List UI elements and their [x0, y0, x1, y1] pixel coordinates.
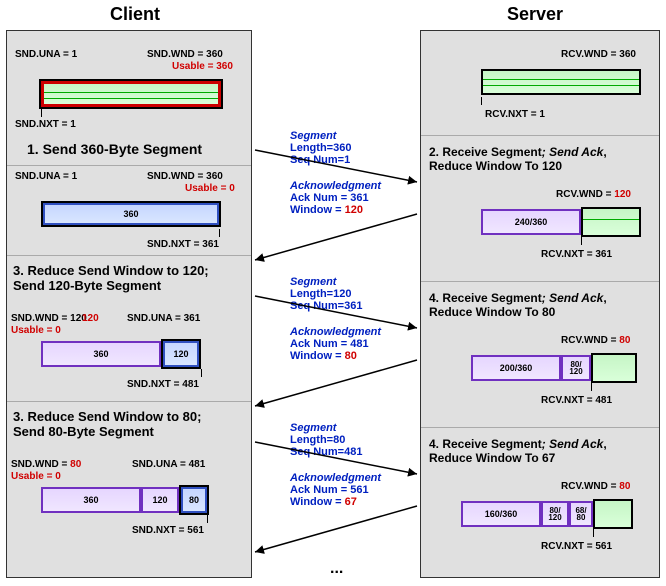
- client-title: Client: [60, 4, 210, 25]
- c1-snd-wnd: SND.WND = 360: [147, 49, 223, 60]
- c2-seg1: 360: [43, 203, 219, 225]
- s6-seg2: 80/120: [541, 501, 569, 527]
- msg1: Segment Length=360 Seq Num=1: [290, 130, 351, 166]
- s6-title: 4. Receive Segment; Send Ack,Reduce Wind…: [429, 437, 607, 465]
- s2-title: 2. Receive Segment; Send Ack,Reduce Wind…: [429, 145, 607, 173]
- s6-rcv-nxt: RCV.NXT = 561: [541, 541, 612, 552]
- c1-snd-una: SND.UNA = 1: [15, 49, 77, 60]
- s6-rcv-wnd: RCV.WND = 80: [561, 481, 630, 492]
- c3-usable: Usable = 0: [11, 325, 61, 336]
- s4-row: 200/360 80/120: [471, 355, 641, 381]
- c1-usable: Usable = 360: [172, 61, 233, 72]
- s0-window: [481, 69, 641, 95]
- c3-snd-una: SND.UNA = 361: [127, 313, 200, 324]
- c3-snd-wnd-r: 120: [82, 313, 99, 324]
- server-title: Server: [460, 4, 610, 25]
- s2-seg1: 240/360: [481, 209, 581, 235]
- c1-window: [41, 81, 221, 107]
- c4-usable: Usable = 0: [11, 471, 61, 482]
- server-panel: RCV.WND = 360 RCV.NXT = 1 2. Receive Seg…: [420, 30, 660, 578]
- s4-seg2: 80/120: [561, 355, 591, 381]
- c1-title: 1. Send 360-Byte Segment: [27, 141, 202, 157]
- c2-snd-nxt: SND.NXT = 361: [147, 239, 219, 250]
- c1-snd-nxt: SND.NXT = 1: [15, 119, 76, 130]
- ellipsis: ...: [330, 560, 343, 578]
- c3-title: 3. Reduce Send Window to 120; Send 120-B…: [13, 263, 209, 293]
- c2-window: 360: [41, 201, 221, 227]
- c3-seg1: 360: [41, 341, 161, 367]
- client-panel: SND.UNA = 1 SND.WND = 360 Usable = 360 S…: [6, 30, 252, 578]
- msg3: Segment Length=120 Seq Num=361: [290, 276, 362, 312]
- s4-seg1: 200/360: [471, 355, 561, 381]
- s0-rcv-nxt: RCV.NXT = 1: [485, 109, 545, 120]
- c4-seg1: 360: [41, 487, 141, 513]
- msg4: Acknowledgment Ack Num = 481 Window = 80: [290, 326, 381, 362]
- c2-snd-wnd: SND.WND = 360: [147, 171, 223, 182]
- msg2: Acknowledgment Ack Num = 361 Window = 12…: [290, 180, 381, 216]
- s2-rcv-wnd: RCV.WND = 120: [556, 189, 631, 200]
- c4-seg2: 120: [141, 487, 179, 513]
- s0-rcv-wnd: RCV.WND = 360: [561, 49, 636, 60]
- s6-row: 160/360 80/120 68/80: [461, 501, 641, 527]
- s2-row: 240/360: [481, 209, 641, 235]
- c3-snd-wnd-l: SND.WND = 120: [11, 313, 87, 324]
- c2-usable: Usable = 0: [185, 183, 235, 194]
- c3-snd-nxt: SND.NXT = 481: [127, 379, 199, 390]
- s2-rcv-nxt: RCV.NXT = 361: [541, 249, 612, 260]
- c3-row: 360 120: [41, 341, 221, 367]
- s4-rcv-nxt: RCV.NXT = 481: [541, 395, 612, 406]
- s4-rcv-wnd: RCV.WND = 80: [561, 335, 630, 346]
- c4-row: 360 120 80: [41, 487, 231, 513]
- c4-snd-una: SND.UNA = 481: [132, 459, 205, 470]
- c4-seg3: 80: [181, 487, 207, 513]
- c3-seg2: 120: [163, 341, 199, 367]
- s4-title: 4. Receive Segment; Send Ack,Reduce Wind…: [429, 291, 607, 319]
- c4-title: 3. Reduce Send Window to 80; Send 80-Byt…: [13, 409, 201, 439]
- msg5: Segment Length=80 Seq Num=481: [290, 422, 362, 458]
- s6-seg1: 160/360: [461, 501, 541, 527]
- c4-snd-wnd-l: SND.WND = SND.WND = 8080: [11, 459, 81, 470]
- s6-seg3: 68/80: [569, 501, 593, 527]
- msg6: Acknowledgment Ack Num = 561 Window = 67: [290, 472, 381, 508]
- c2-snd-una: SND.UNA = 1: [15, 171, 77, 182]
- c4-snd-nxt: SND.NXT = 561: [132, 525, 204, 536]
